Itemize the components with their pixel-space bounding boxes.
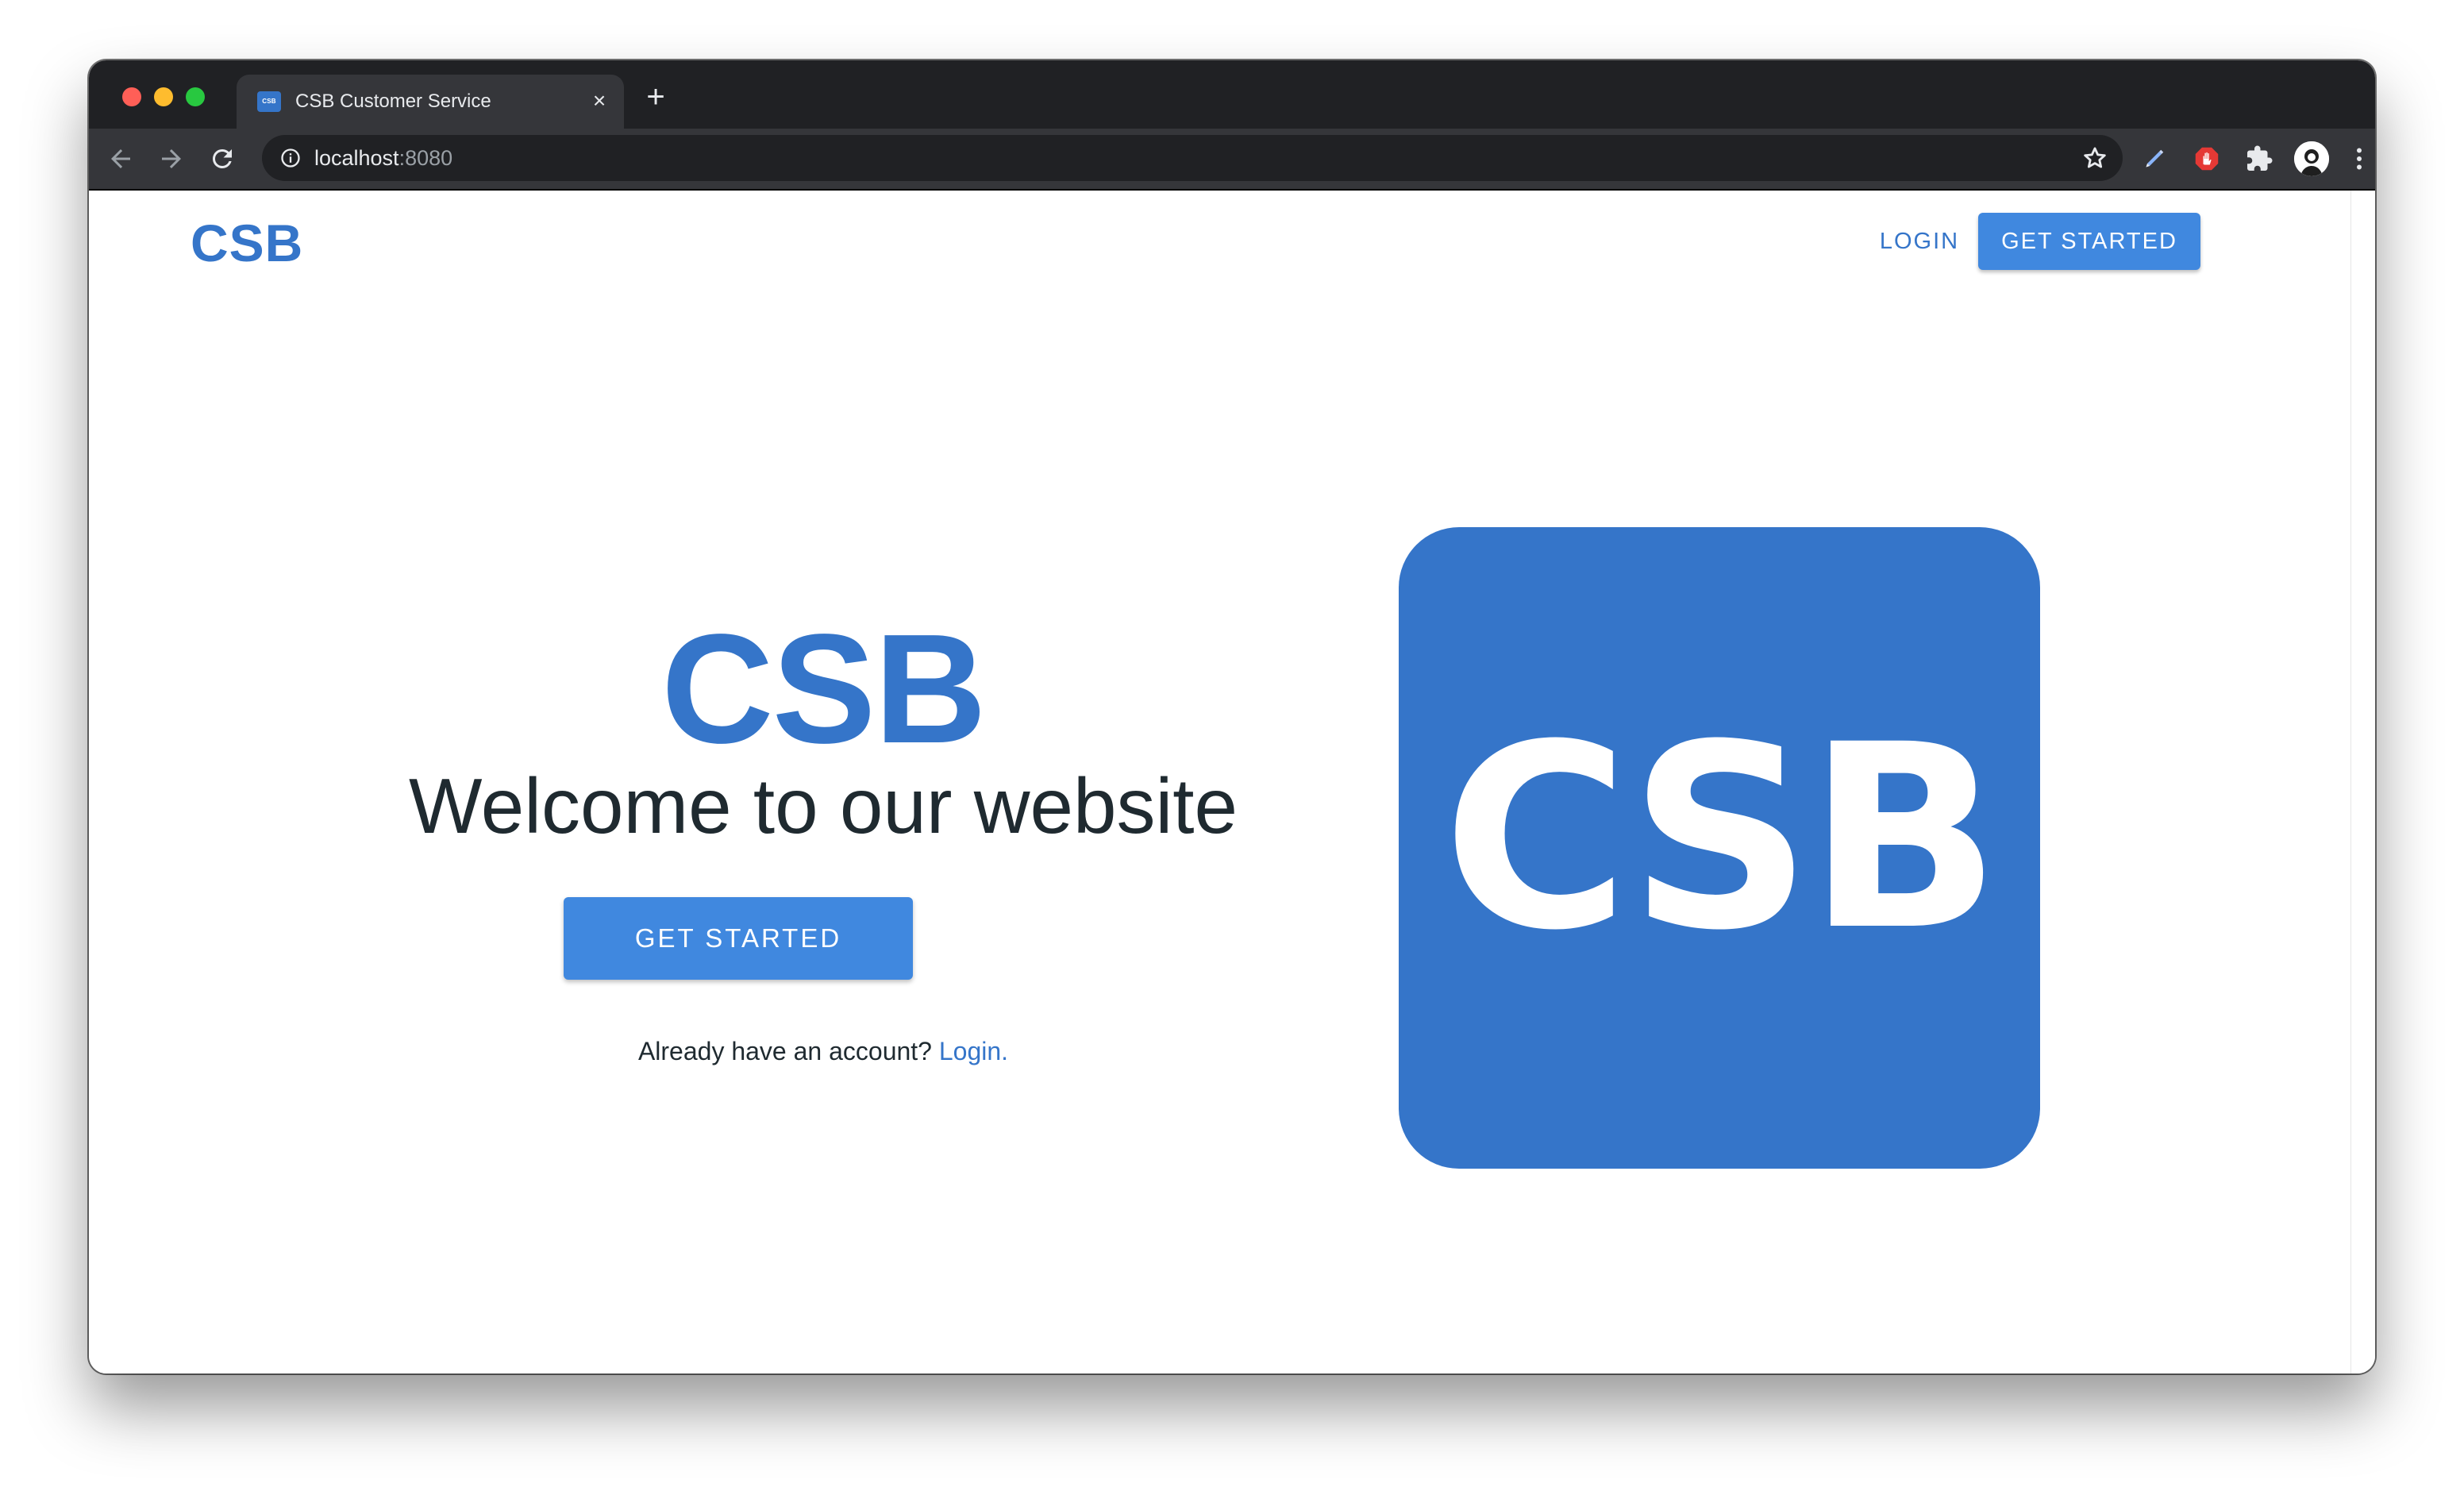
url-port: :8080 bbox=[398, 146, 453, 170]
minimize-window-button[interactable] bbox=[154, 87, 173, 106]
vertical-dots-menu-icon[interactable] bbox=[2345, 144, 2374, 173]
site-info-icon[interactable] bbox=[279, 147, 302, 169]
back-arrow-icon[interactable] bbox=[106, 144, 135, 173]
browser-window: CSB CSB Customer Service × + localhost:8… bbox=[89, 60, 2375, 1373]
favicon-icon: CSB bbox=[257, 91, 281, 112]
navbar-brand-logo[interactable]: CSB bbox=[191, 213, 303, 273]
url-text[interactable]: localhost:8080 bbox=[314, 146, 452, 171]
navbar-login-button[interactable]: LOGIN bbox=[1861, 213, 1978, 270]
account-prompt-text: Already have an account? bbox=[637, 1037, 932, 1065]
tab-close-icon[interactable]: × bbox=[587, 89, 611, 113]
address-bar[interactable]: localhost:8080 bbox=[262, 135, 2123, 181]
tab-active[interactable]: CSB CSB Customer Service × bbox=[237, 75, 624, 129]
reload-icon[interactable] bbox=[208, 144, 237, 173]
hero-get-started-button[interactable]: GET STARTED bbox=[564, 897, 913, 980]
new-tab-button[interactable]: + bbox=[640, 81, 672, 114]
forward-arrow-icon[interactable] bbox=[157, 144, 186, 173]
hero-welcome-heading: Welcome to our website bbox=[409, 762, 1238, 850]
page-viewport: CSB LOGIN GET STARTED CSB Welcome to our… bbox=[89, 191, 2375, 1373]
hand-block-extension-icon[interactable] bbox=[2193, 144, 2221, 173]
csb-logo-text: CSB bbox=[1442, 691, 2000, 986]
puzzle-extensions-icon[interactable] bbox=[2245, 144, 2273, 173]
pen-extension-icon[interactable] bbox=[2140, 144, 2169, 173]
browser-toolbar: localhost:8080 bbox=[89, 129, 2375, 191]
tab-title: CSB Customer Service bbox=[295, 91, 491, 112]
account-prompt: Already have an account? Login. bbox=[327, 1037, 1319, 1066]
login-link[interactable]: Login. bbox=[939, 1037, 1008, 1065]
close-window-button[interactable] bbox=[122, 87, 141, 106]
url-host: localhost bbox=[314, 146, 399, 170]
hero-brand-title: CSB bbox=[661, 602, 987, 776]
profile-avatar-icon[interactable] bbox=[2294, 141, 2329, 176]
bookmark-star-icon[interactable] bbox=[2081, 144, 2108, 171]
tab-strip: CSB CSB Customer Service × + bbox=[89, 60, 2375, 129]
maximize-window-button[interactable] bbox=[186, 87, 205, 106]
csb-logo-image: CSB bbox=[1399, 527, 2040, 1169]
vertical-scrollbar[interactable] bbox=[2350, 191, 2375, 1373]
navbar-get-started-button[interactable]: GET STARTED bbox=[1978, 213, 2200, 270]
